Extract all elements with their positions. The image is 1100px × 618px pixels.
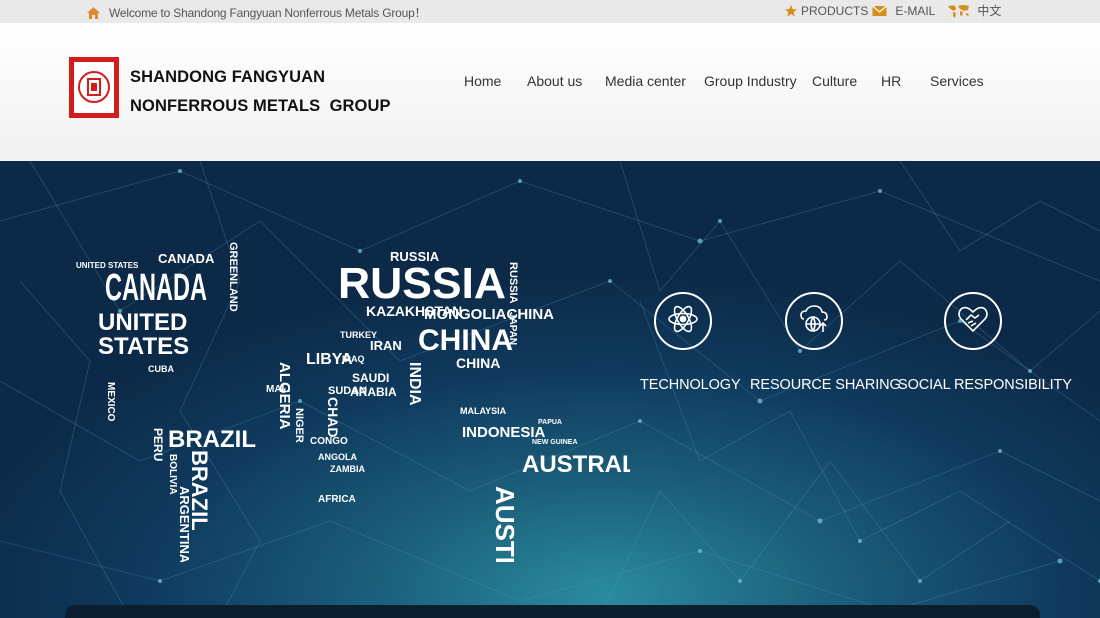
- map-word-greenland: GREENLAND: [227, 242, 239, 312]
- map-word-malaysia: MALAYSIA: [460, 406, 507, 416]
- map-word-mongolia-china: MONGOLIACHINA: [424, 306, 554, 323]
- email-link[interactable]: E-MAIL: [872, 4, 935, 18]
- map-word-papua: PAPUA: [538, 419, 562, 426]
- world-map-wordcloud: CANADA UNITED STATES CANADA UNITED STATE…: [76, 242, 630, 562]
- products-label: PRODUCTS: [801, 3, 869, 18]
- main-nav: Home About us Media center Group Industr…: [0, 73, 1100, 93]
- map-word-mexico: MEXICO: [105, 382, 116, 422]
- map-word-canada-small: CANADA: [158, 251, 215, 266]
- map-word-united: UNITED: [98, 309, 187, 336]
- welcome-message: Welcome to Shandong Fangyuan Nonferrous …: [86, 4, 427, 21]
- language-label: 中文: [977, 4, 1002, 18]
- map-word-china-small: CHINA: [456, 355, 500, 371]
- map-word-niger: NIGER: [293, 408, 305, 443]
- welcome-text: Welcome to Shandong Fangyuan Nonferrous …: [109, 6, 427, 20]
- nav-group-industry[interactable]: Group Industry: [704, 73, 797, 89]
- nav-media-center[interactable]: Media center: [605, 73, 686, 89]
- feature-technology-label: TECHNOLOGY: [640, 377, 741, 393]
- map-word-turkey: TURKEY: [340, 330, 377, 340]
- map-word-new-guinea: NEW GUINEA: [532, 439, 578, 446]
- map-word-japan: JAPAN: [507, 312, 518, 345]
- nav-hr[interactable]: HR: [881, 73, 901, 89]
- nav-about-us[interactable]: About us: [527, 73, 582, 89]
- map-word-australia: AUSTRALIA: [490, 486, 520, 562]
- language-link[interactable]: 中文: [947, 2, 1001, 19]
- home-icon[interactable]: [86, 6, 101, 20]
- company-name-line2: NONFERROUS METALS GROUP: [130, 97, 391, 115]
- top-bar: Welcome to Shandong Fangyuan Nonferrous …: [0, 0, 1100, 23]
- map-word-china: CHINA: [418, 324, 513, 357]
- map-word-australia-horizontal: AUSTRALIA: [522, 451, 630, 478]
- resource-sharing-circle[interactable]: [785, 292, 843, 350]
- nav-culture[interactable]: Culture: [812, 73, 857, 89]
- world-map-icon: [947, 3, 971, 19]
- atom-icon: [665, 301, 701, 342]
- map-word-india: INDIA: [406, 362, 423, 406]
- map-word-russia-vertical: RUSSIA: [507, 262, 519, 304]
- map-word-saudi: SAUDI: [352, 371, 389, 385]
- heart-hands-icon: [955, 301, 991, 342]
- site-header: SHANDONG FANGYUAN NONFERROUS METALS GROU…: [0, 23, 1100, 161]
- cloud-globe-icon: [796, 301, 832, 342]
- email-label: E-MAIL: [895, 3, 936, 18]
- map-word-iran: IRAN: [370, 338, 402, 353]
- map-word-cuba: CUBA: [148, 364, 174, 374]
- feature-social-responsibility[interactable]: SOCIAL RESPONSIBILITY: [898, 292, 1072, 393]
- feature-resource-sharing-label: RESOURCE SHARING: [750, 377, 901, 393]
- map-word-algeria: ALGERIA: [276, 362, 293, 430]
- map-word-argentina: ARGENTINA: [177, 486, 192, 562]
- map-word-libya: LIBYA: [306, 351, 353, 368]
- nav-home[interactable]: Home: [464, 73, 501, 89]
- feature-resource-sharing[interactable]: RESOURCE SHARING: [750, 292, 901, 393]
- nav-services[interactable]: Services: [930, 73, 984, 89]
- star-icon: [784, 4, 798, 18]
- products-link[interactable]: PRODUCTS: [784, 4, 868, 18]
- banner-bottom-bar: [65, 605, 1040, 618]
- map-word-canada: CANADA: [105, 267, 207, 309]
- map-word-zambia: ZAMBIA: [330, 464, 365, 474]
- map-word-mali: MALI: [266, 384, 291, 395]
- hero-banner: CANADA UNITED STATES CANADA UNITED STATE…: [0, 161, 1100, 618]
- map-word-congo: CONGO: [310, 436, 348, 447]
- map-word-brazil: BRAZIL: [168, 426, 256, 453]
- map-word-chad: CHAD: [325, 397, 341, 437]
- map-word-states: STATES: [98, 333, 189, 360]
- map-word-bolivia: BOLIVIA: [167, 454, 178, 495]
- map-word-africa: AFRICA: [318, 494, 356, 505]
- technology-circle[interactable]: [654, 292, 712, 350]
- map-word-angola: ANGOLA: [318, 452, 357, 462]
- feature-technology[interactable]: TECHNOLOGY: [640, 292, 741, 393]
- map-word-russia: RUSSIA: [338, 259, 506, 308]
- envelope-icon: [872, 5, 888, 17]
- social-responsibility-circle[interactable]: [944, 292, 1002, 350]
- map-word-peru: PERU: [151, 428, 165, 461]
- feature-social-responsibility-label: SOCIAL RESPONSIBILITY: [898, 377, 1072, 393]
- map-word-sudan: SUDAN: [328, 385, 367, 397]
